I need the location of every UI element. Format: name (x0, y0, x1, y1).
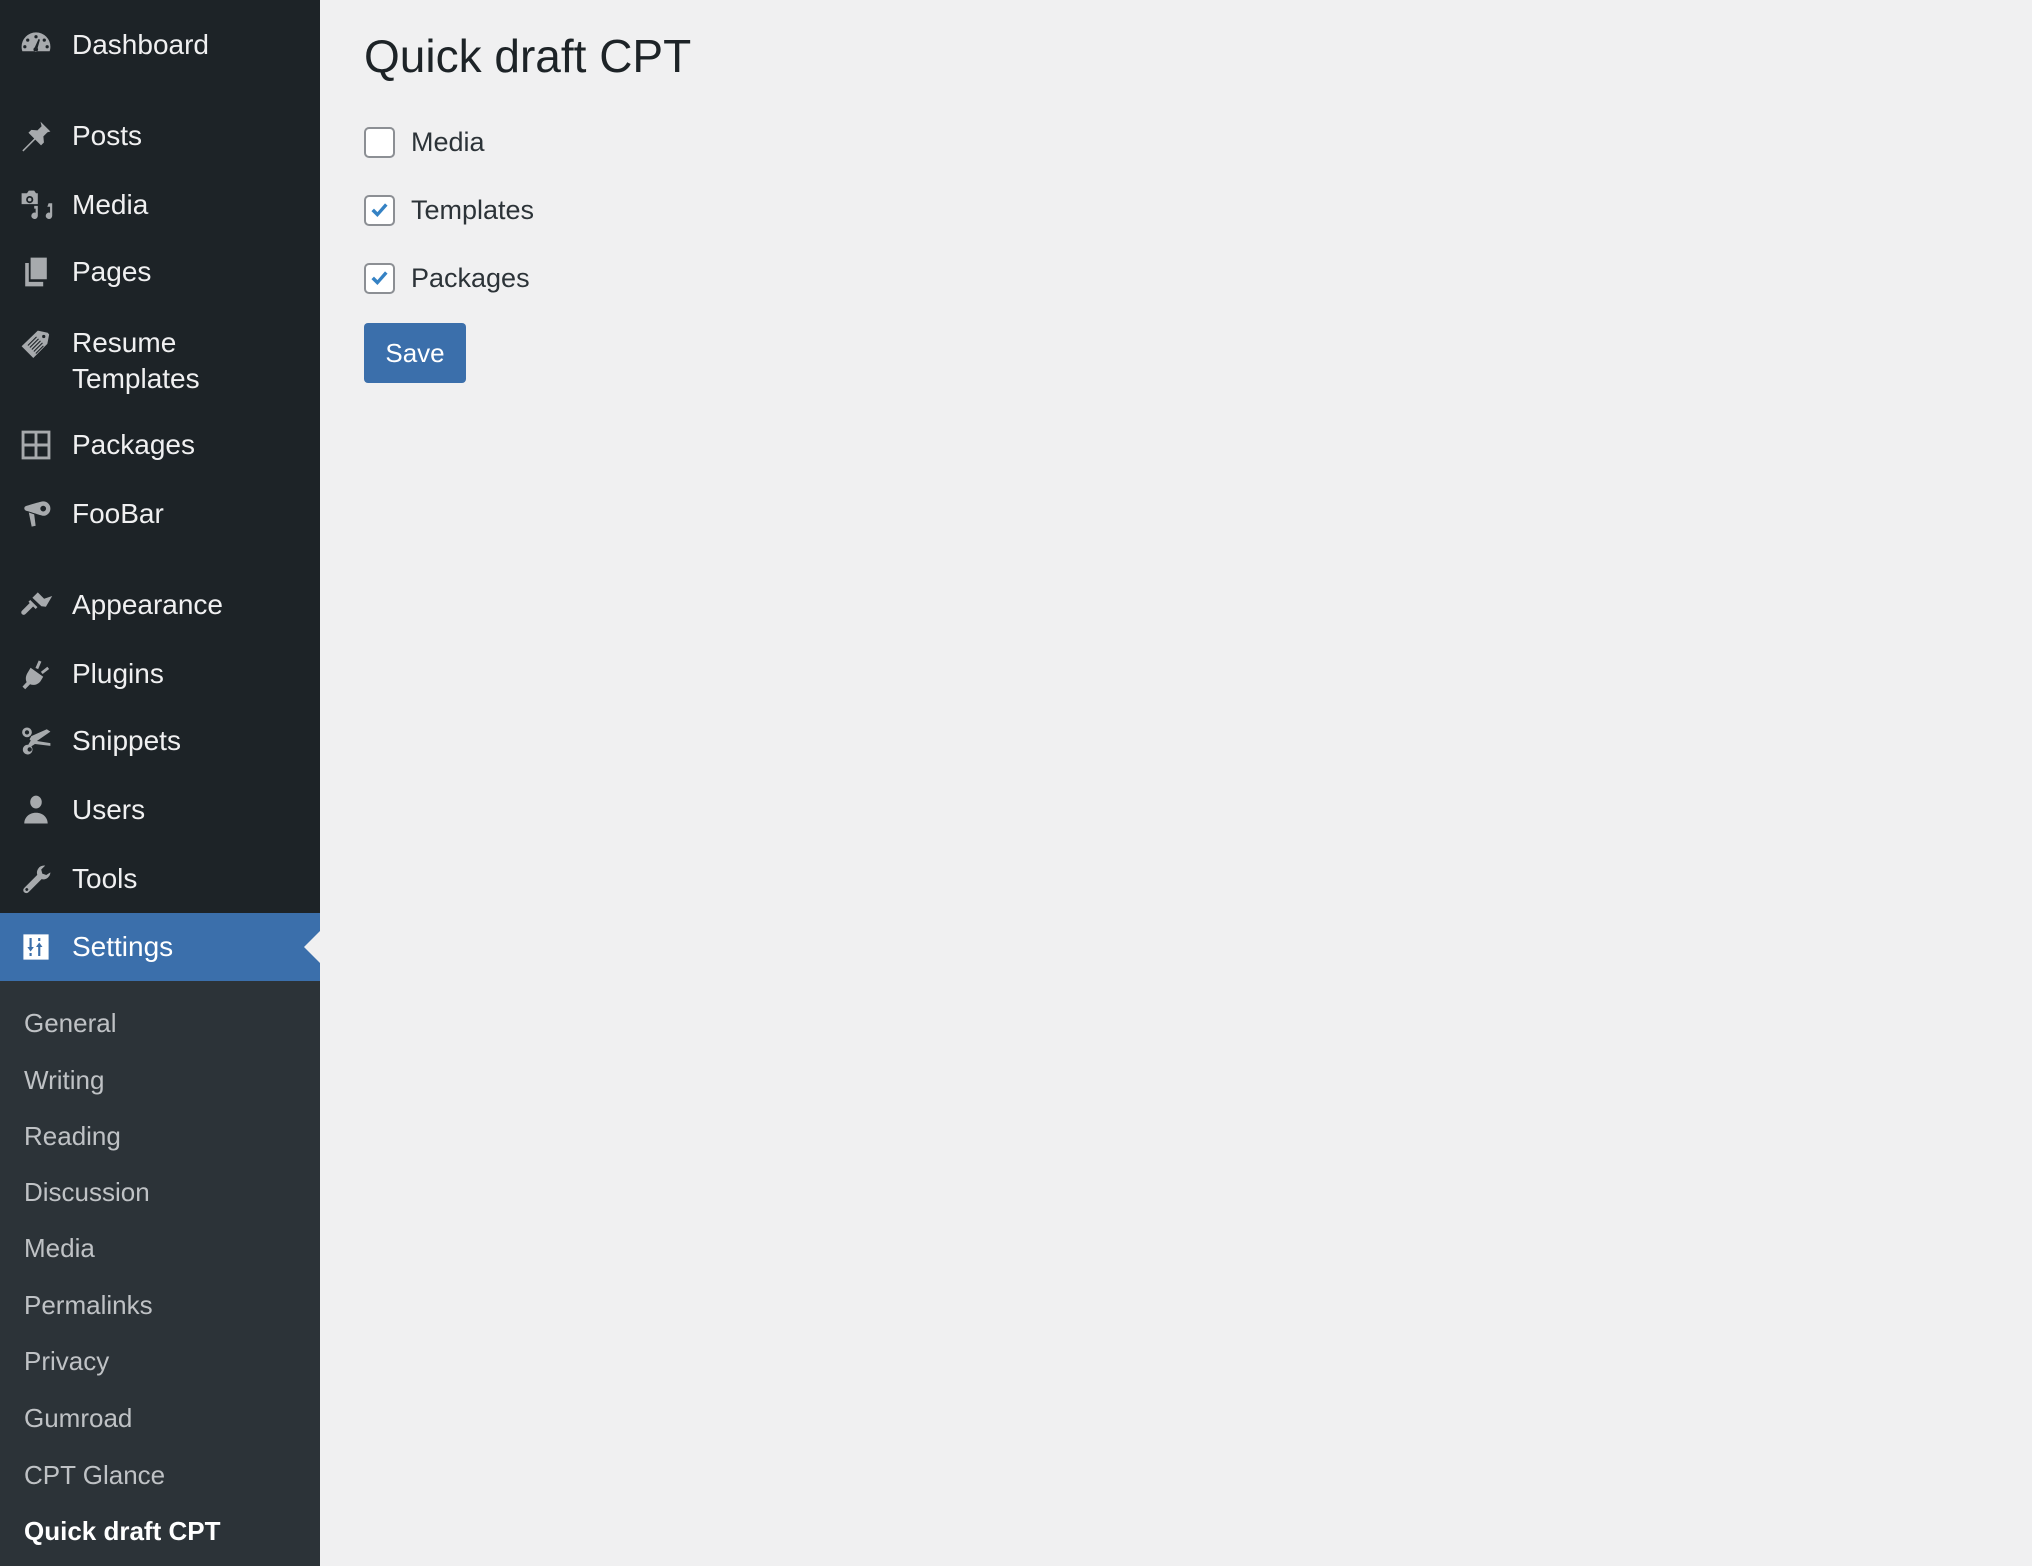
admin-sidebar: Dashboard Posts Media Pages Resume Templ… (0, 0, 320, 1566)
pages-icon (18, 254, 54, 290)
submenu-item-general[interactable]: General (24, 1006, 117, 1040)
packages-checkbox[interactable] (364, 262, 395, 294)
paintbrush-icon (18, 587, 54, 623)
submenu-item-writing[interactable]: Writing (24, 1063, 104, 1097)
grid-icon (18, 427, 54, 463)
submenu-item-quick-draft-cpt[interactable]: Quick draft CPT (24, 1514, 220, 1548)
plug-icon (18, 656, 54, 692)
sidebar-item-label: Users (72, 794, 146, 825)
label-line-1: Resume (72, 327, 177, 358)
user-icon (18, 792, 54, 828)
sidebar-item-label: Snippets (72, 725, 181, 756)
sidebar-item-packages[interactable]: Packages (0, 415, 320, 475)
sidebar-item-label: Media (72, 189, 149, 220)
submenu-item-privacy[interactable]: Privacy (24, 1344, 109, 1378)
sidebar-item-resume-templates[interactable]: Resume Templates (0, 317, 320, 407)
checkmark-icon (371, 202, 388, 217)
sidebar-item-label: Pages (72, 256, 152, 287)
page-title: Quick draft CPT (364, 30, 692, 82)
sidebar-item-dashboard[interactable]: Dashboard (0, 15, 320, 75)
sidebar-item-label: Packages (72, 429, 195, 460)
save-button[interactable]: Save (364, 323, 466, 383)
settings-submenu: General Writing Reading Discussion Media… (0, 981, 320, 1566)
media-checkbox[interactable] (364, 126, 395, 158)
templates-checkbox[interactable] (364, 194, 395, 226)
option-media[interactable]: Media (364, 126, 485, 158)
sidebar-item-tools[interactable]: Tools (0, 849, 320, 909)
dashboard-icon (18, 27, 54, 63)
sidebar-item-appearance[interactable]: Appearance (0, 575, 320, 635)
sidebar-item-label: Dashboard (72, 29, 209, 60)
submenu-item-cpt-glance[interactable]: CPT Glance (24, 1458, 165, 1492)
submenu-item-gumroad[interactable]: Gumroad (24, 1401, 132, 1435)
sidebar-item-plugins[interactable]: Plugins (0, 644, 320, 704)
sidebar-item-users[interactable]: Users (0, 780, 320, 840)
option-label: Packages (411, 263, 530, 293)
submenu-item-permalinks[interactable]: Permalinks (24, 1288, 153, 1322)
sidebar-item-label: Posts (72, 120, 143, 151)
sidebar-item-posts[interactable]: Posts (0, 106, 320, 166)
sidebar-item-label: Plugins (72, 658, 164, 689)
megaphone-icon (18, 496, 54, 532)
sidebar-item-label: FooBar (72, 498, 164, 529)
media-icon (18, 187, 54, 223)
option-label: Templates (411, 195, 535, 225)
sidebar-item-foobar[interactable]: FooBar (0, 484, 320, 544)
sidebar-item-label: Resume Templates (72, 325, 200, 397)
sidebar-item-label: Settings (72, 931, 174, 962)
label-line-2: Templates (72, 363, 200, 394)
sidebar-item-label: Tools (72, 863, 138, 894)
pushpin-icon (18, 118, 54, 154)
option-packages[interactable]: Packages (364, 262, 530, 294)
sidebar-item-label: Appearance (72, 589, 224, 620)
scissors-icon (18, 723, 54, 759)
sidebar-item-settings[interactable]: Settings (0, 913, 320, 981)
submenu-item-reading[interactable]: Reading (24, 1119, 121, 1153)
tag-icon (18, 327, 54, 363)
wrench-icon (18, 861, 54, 897)
settings-sliders-icon (18, 929, 54, 965)
option-templates[interactable]: Templates (364, 194, 534, 226)
sidebar-item-pages[interactable]: Pages (0, 242, 320, 302)
submenu-item-media[interactable]: Media (24, 1231, 95, 1265)
sidebar-item-media[interactable]: Media (0, 175, 320, 235)
submenu-item-discussion[interactable]: Discussion (24, 1175, 150, 1209)
active-menu-arrow (304, 931, 320, 963)
option-label: Media (411, 127, 485, 157)
checkmark-icon (371, 270, 388, 285)
sidebar-item-snippets[interactable]: Snippets (0, 711, 320, 771)
